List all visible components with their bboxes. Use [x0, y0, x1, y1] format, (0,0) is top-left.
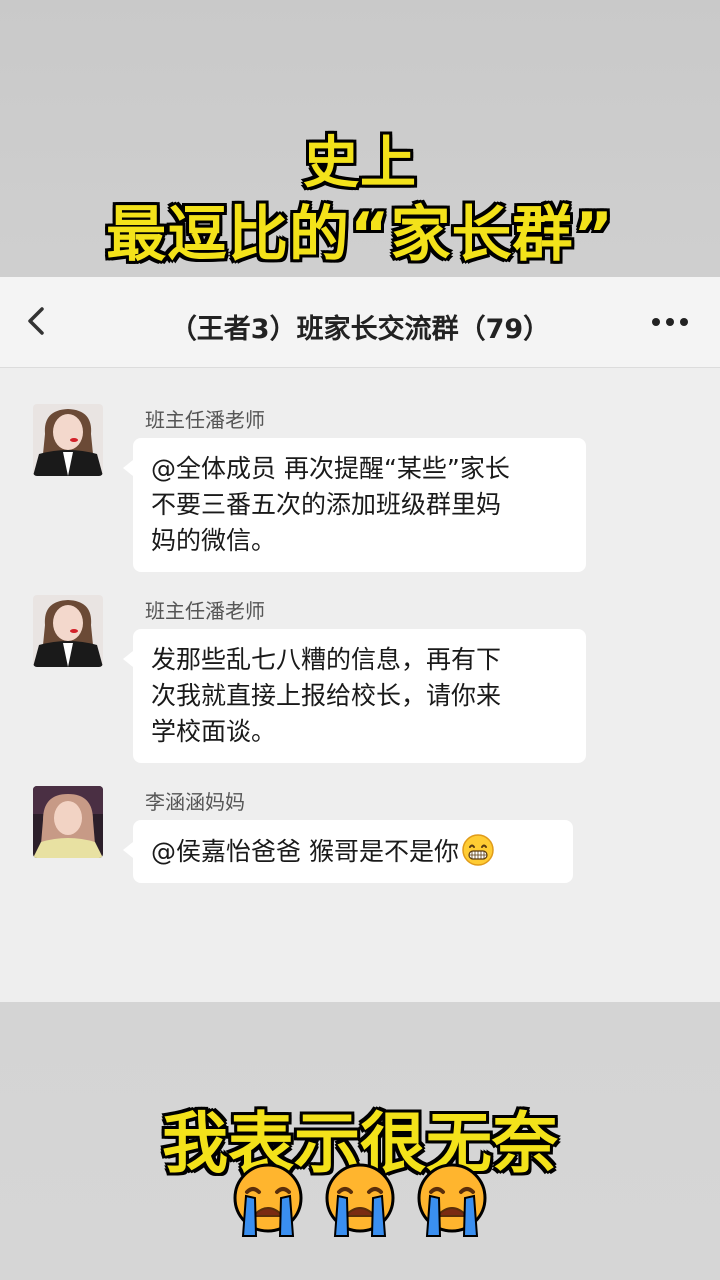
loudly-crying-face-icon	[417, 1163, 487, 1237]
chat-screen: （王者3）班家长交流群（79） 班主任潘老师 @全体成员 再次提醒“某些”家长	[0, 277, 720, 1002]
more-options-button[interactable]	[648, 307, 692, 337]
grinning-sweat-face-icon	[462, 834, 494, 866]
parent-avatar[interactable]	[33, 786, 103, 858]
message-line: @侯嘉怡爸爸 猴哥是不是你	[151, 837, 459, 866]
back-button[interactable]	[18, 301, 58, 341]
group-chat-title: （王者3）班家长交流群（79）	[169, 314, 551, 345]
message-line: 学校面谈。	[151, 717, 277, 746]
teacher-avatar[interactable]	[33, 595, 103, 667]
overlay-title-line2: 最逗比的“家长群”	[106, 200, 614, 270]
loudly-crying-face-icon	[233, 1163, 303, 1237]
message-line: 发那些乱七八糟的信息，再有下	[151, 645, 502, 674]
teacher-avatar[interactable]	[33, 404, 103, 476]
sender-name: 班主任潘老师	[145, 408, 265, 432]
message-line: @全体成员 再次提醒“某些”家长	[151, 454, 510, 483]
nav-bar: （王者3）班家长交流群（79）	[0, 277, 720, 368]
message-line: 不要三番五次的添加班级群里妈	[151, 490, 502, 519]
loudly-crying-face-icon	[325, 1163, 395, 1237]
message-bubble[interactable]: @侯嘉怡爸爸 猴哥是不是你	[123, 820, 573, 883]
sender-name: 李涵涵妈妈	[145, 790, 245, 814]
sender-name: 班主任潘老师	[145, 599, 265, 623]
more-dots-icon	[652, 318, 688, 326]
message-bubble[interactable]: 发那些乱七八糟的信息，再有下 次我就直接上报给校长，请你来 学校面谈。	[123, 629, 586, 763]
message-bubble[interactable]: @全体成员 再次提醒“某些”家长 不要三番五次的添加班级群里妈 妈的微信。	[123, 438, 586, 572]
chevron-left-icon	[28, 307, 44, 335]
crying-emoji-row	[0, 1162, 720, 1240]
message-line: 次我就直接上报给校长，请你来	[151, 681, 502, 710]
message-line: 妈的微信。	[151, 526, 277, 555]
